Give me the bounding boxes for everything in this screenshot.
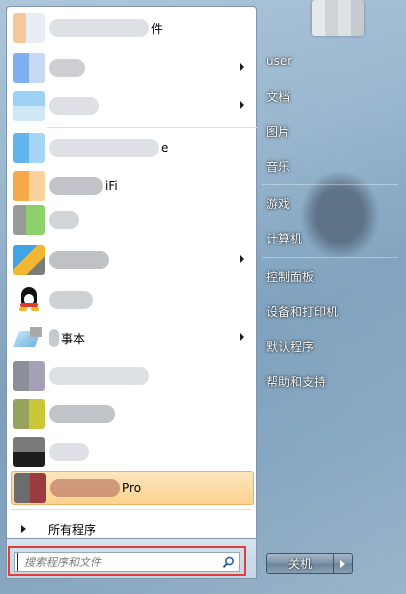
search-input[interactable]	[17, 553, 222, 571]
submenu-arrow-icon	[240, 101, 244, 109]
program-item[interactable]	[11, 243, 254, 277]
blurred-app-icon	[13, 133, 45, 163]
expand-arrow-icon	[21, 525, 26, 533]
blurred-app-icon	[13, 437, 45, 467]
blurred-app-icon	[13, 245, 45, 275]
all-programs-label: 所有程序	[48, 522, 97, 537]
submenu-arrow-icon	[240, 63, 244, 71]
separator	[47, 127, 257, 128]
program-item[interactable]: 件	[11, 11, 254, 45]
program-item[interactable]	[11, 435, 254, 469]
submenu-arrow-icon	[240, 333, 244, 341]
blurred-app-icon	[13, 361, 45, 391]
program-label: iFi	[105, 179, 118, 193]
shutdown-options-button[interactable]	[334, 553, 353, 574]
program-item[interactable]	[11, 89, 254, 123]
all-programs-button[interactable]: 所有程序	[13, 517, 253, 541]
program-item[interactable]: iFi	[11, 169, 254, 203]
blurred-app-icon	[13, 399, 45, 429]
search-icon[interactable]	[222, 556, 235, 569]
shutdown-button[interactable]: 关机	[266, 553, 334, 574]
program-item[interactable]	[11, 397, 254, 431]
notepad-icon	[13, 323, 45, 353]
submenu-arrow-icon	[240, 255, 244, 263]
right-item-computer[interactable]: 计算机	[266, 225, 398, 251]
program-item[interactable]	[11, 283, 254, 317]
shutdown-control: 关机	[266, 553, 354, 574]
blurred-app-icon	[13, 171, 45, 201]
blurred-app-icon	[13, 205, 45, 235]
right-separator	[262, 257, 398, 258]
program-label: 事本	[61, 331, 86, 346]
program-item[interactable]: 事本	[11, 321, 254, 355]
blurred-app-icon	[14, 473, 46, 503]
program-item[interactable]: e	[11, 131, 254, 165]
program-label: Pro	[122, 481, 142, 495]
right-item-help-support[interactable]: 帮助和支持	[266, 368, 398, 394]
blurred-app-icon	[13, 53, 45, 83]
right-item-user[interactable]: user	[266, 48, 398, 74]
program-item[interactable]	[11, 203, 254, 237]
programs-pane: 件 e iFi 事本 Pro 所有程序	[6, 6, 257, 539]
right-item-default-programs[interactable]: 默认程序	[266, 333, 398, 359]
program-label: e	[161, 141, 169, 155]
right-item-games[interactable]: 游戏	[266, 190, 398, 216]
blurred-app-icon	[13, 91, 45, 121]
program-item[interactable]	[11, 51, 254, 85]
right-item-music[interactable]: 音乐	[266, 153, 398, 179]
search-box[interactable]	[14, 552, 240, 572]
blurred-app-icon	[13, 13, 45, 43]
program-item[interactable]	[11, 359, 254, 393]
right-item-devices-printers[interactable]: 设备和打印机	[266, 298, 398, 324]
right-item-pictures[interactable]: 图片	[266, 118, 398, 144]
right-separator	[262, 184, 398, 185]
program-label: 件	[151, 21, 164, 36]
qq-penguin-icon	[13, 285, 45, 315]
user-avatar[interactable]	[312, 0, 364, 36]
program-item-selected[interactable]: Pro	[11, 471, 254, 505]
right-item-control-panel[interactable]: 控制面板	[266, 263, 398, 289]
right-item-documents[interactable]: 文档	[266, 83, 398, 109]
start-menu: 件 e iFi 事本 Pro 所有程序 搜索程序和文件 user 文档 图片 音…	[0, 0, 406, 594]
separator	[11, 509, 251, 510]
chevron-right-icon	[340, 560, 345, 568]
